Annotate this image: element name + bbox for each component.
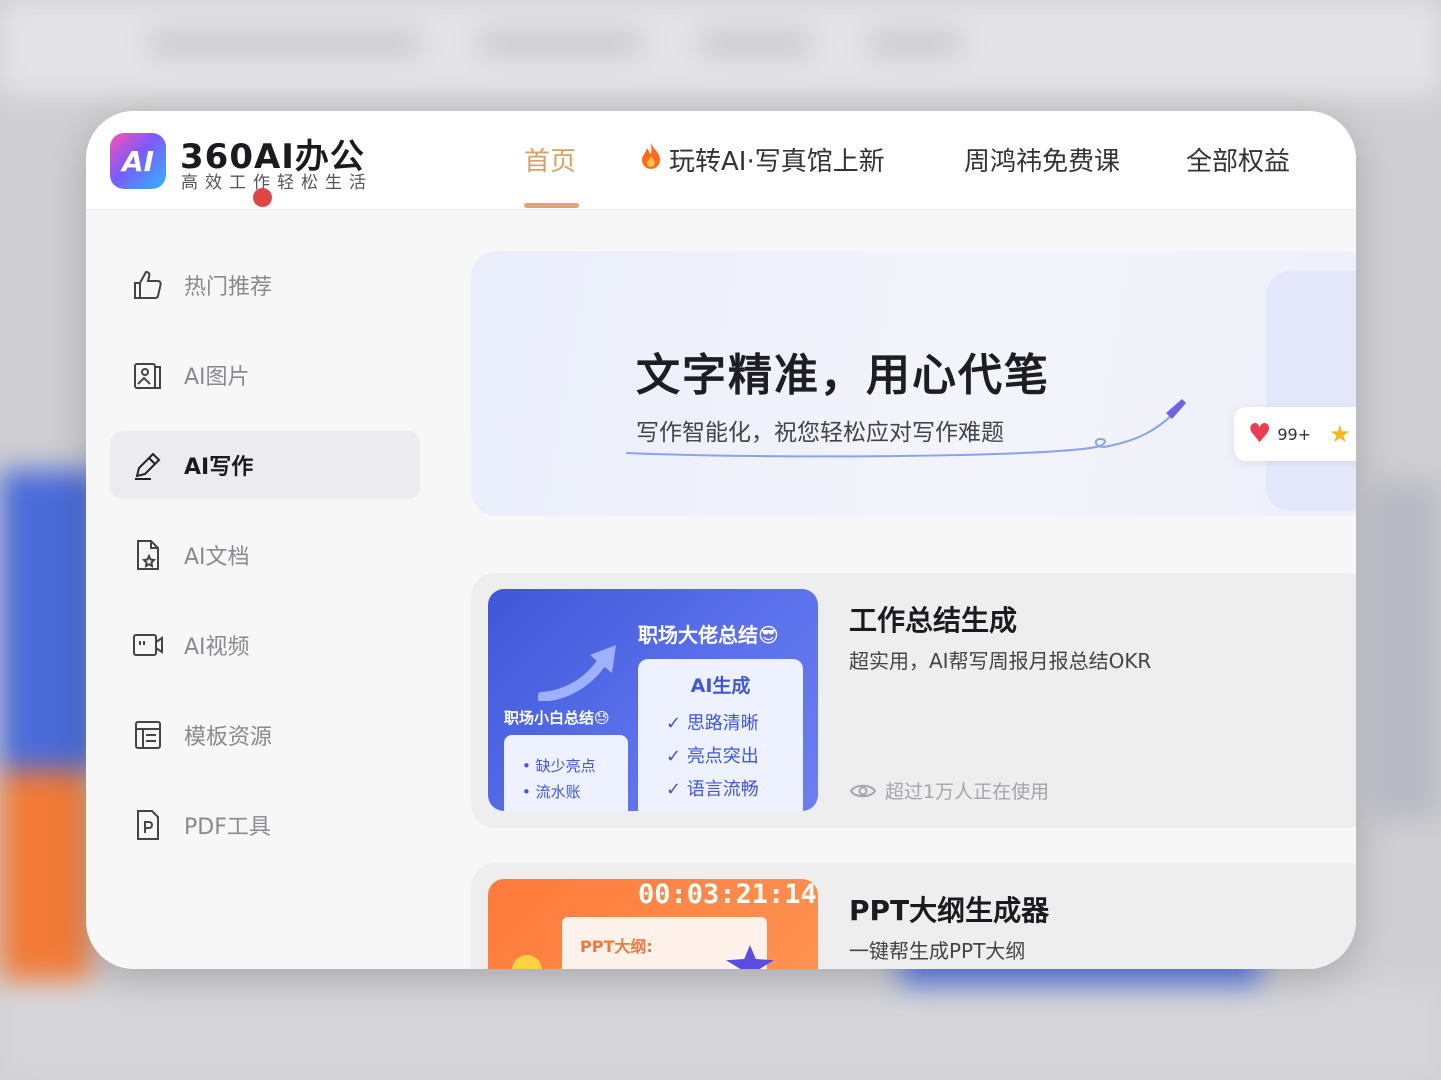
tool-title: PPT大纲生成器 xyxy=(849,894,1050,927)
sidebar-item-label: 模板资源 xyxy=(184,725,273,750)
app-window: AI 360AI办公 高效工作轻松生活 首页 玩转AI·写真馆上新 周鸿祎免费课… xyxy=(86,111,1356,969)
thumb-panel-title: AI生成 xyxy=(690,675,751,697)
top-header: AI 360AI办公 高效工作轻松生活 首页 玩转AI·写真馆上新 周鸿祎免费课… xyxy=(86,111,1356,210)
arrow-up-icon xyxy=(538,645,616,701)
sidebar-item-label: AI写作 xyxy=(184,455,254,480)
logo-icon[interactable]: AI xyxy=(110,133,166,189)
tool-card-ppt-outline[interactable]: 00:03:21:14 PPT大纲: PPT大纲生成器 一键帮生成PPT大纲 xyxy=(471,863,1356,969)
sidebar-item-pdf[interactable]: PDF工具 xyxy=(110,791,420,859)
bullet-item: • 缺少亮点 xyxy=(522,757,596,775)
sidebar-item-hot[interactable]: 热门推荐 xyxy=(110,251,420,319)
thumb-heading: 职场大佬总结😎 xyxy=(638,623,779,647)
tool-thumbnail: 职场大佬总结😎 AI生成 ✓ 思路清晰 ✓ 亮点突出 ✓ 语言流畅 职场小白总结… xyxy=(488,589,818,811)
document-icon xyxy=(128,535,168,575)
like-badge[interactable]: ♥ 99+ ★ xyxy=(1234,407,1356,461)
nav-label: 首页 xyxy=(524,147,577,177)
sidebar-item-label: 热门推荐 xyxy=(184,275,273,300)
sidebar-item-label: AI图片 xyxy=(184,365,250,390)
nav-label: 全部权益 xyxy=(1186,147,1291,177)
flame-icon xyxy=(639,142,663,176)
tool-description: 超实用，AI帮写周报月报总结OKR xyxy=(849,649,1152,673)
check-item: ✓ 思路清晰 xyxy=(666,713,759,734)
template-icon xyxy=(128,715,168,755)
notification-dot xyxy=(253,188,272,207)
tool-description: 一键帮生成PPT大纲 xyxy=(849,939,1026,963)
sidebar-item-templates[interactable]: 模板资源 xyxy=(110,701,420,769)
hero-banner[interactable]: 文字精准，用心代笔 写作智能化，祝您轻松应对写作难题 xyxy=(471,251,1356,516)
brand-slogan: 高效工作轻松生活 xyxy=(181,173,373,193)
thumb-left-heading: 职场小白总结😓 xyxy=(504,709,610,727)
thumb-paper-title: PPT大纲: xyxy=(580,937,653,956)
thumb-timer: 00:03:21:14 xyxy=(638,879,817,910)
thumbs-up-icon xyxy=(128,265,168,305)
sidebar-item-ai-image[interactable]: AI图片 xyxy=(110,341,420,409)
check-item: ✓ 亮点突出 xyxy=(666,746,759,767)
sidebar-item-label: AI文档 xyxy=(184,545,250,570)
pdf-icon xyxy=(128,805,168,845)
star-icon: ★ xyxy=(1329,420,1351,448)
tool-title: 工作总结生成 xyxy=(849,604,1018,637)
decor-circle xyxy=(512,955,542,969)
nav-home[interactable]: 首页 xyxy=(524,141,576,178)
banner-next-slide xyxy=(1266,271,1356,511)
sidebar-item-ai-video[interactable]: AI视频 xyxy=(110,611,420,679)
like-count: 99+ xyxy=(1277,424,1312,444)
sidebar-item-label: PDF工具 xyxy=(184,815,271,840)
thumb-left-panel: • 缺少亮点 • 流水账 xyxy=(504,735,628,811)
tool-usage-text: 超过1万人正在使用 xyxy=(885,781,1050,803)
bullet-item: • 流水账 xyxy=(522,783,581,801)
nav-all-benefits[interactable]: 全部权益 xyxy=(1186,141,1290,178)
image-icon xyxy=(128,355,168,395)
eye-icon xyxy=(849,784,877,797)
sidebar-item-label: AI视频 xyxy=(184,635,250,660)
thumb-panel: AI生成 ✓ 思路清晰 ✓ 亮点突出 ✓ 语言流畅 xyxy=(638,659,803,811)
pen-icon xyxy=(128,445,168,485)
sidebar-item-ai-doc[interactable]: AI文档 xyxy=(110,521,420,589)
tool-card-work-summary[interactable]: 职场大佬总结😎 AI生成 ✓ 思路清晰 ✓ 亮点突出 ✓ 语言流畅 职场小白总结… xyxy=(471,573,1356,828)
video-icon xyxy=(128,625,168,665)
sidebar-item-ai-writing[interactable]: AI写作 xyxy=(110,431,420,499)
brush-stroke-icon xyxy=(626,399,1186,458)
check-item: ✓ 语言流畅 xyxy=(666,779,759,800)
nav-label: 周鸿祎免费课 xyxy=(964,147,1121,177)
tool-usage: 超过1万人正在使用 xyxy=(849,777,1049,804)
nav-ai-photo-studio[interactable]: 玩转AI·写真馆上新 xyxy=(639,141,885,178)
nav-active-indicator xyxy=(524,203,579,208)
nav-label: 玩转AI·写真馆上新 xyxy=(669,147,885,177)
heart-icon: ♥ xyxy=(1248,419,1272,449)
nav-free-course[interactable]: 周鸿祎免费课 xyxy=(964,141,1120,178)
tool-thumbnail: 00:03:21:14 PPT大纲: xyxy=(488,879,818,969)
